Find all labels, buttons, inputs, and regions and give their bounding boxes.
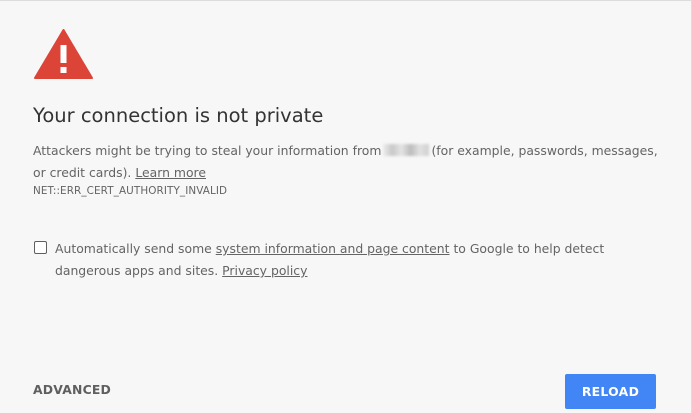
learn-more-link[interactable]: Learn more [135, 165, 206, 180]
explanation-paragraph: Attackers might be trying to steal your … [33, 140, 663, 184]
optin-paragraph: Automatically send some system informati… [55, 238, 655, 282]
reload-button[interactable]: RELOAD [565, 374, 656, 409]
error-code: NET::ERR_CERT_AUTHORITY_INVALID [33, 185, 228, 197]
system-info-link[interactable]: system information and page content [216, 241, 450, 256]
advanced-button[interactable]: ADVANCED [33, 382, 111, 397]
warning-triangle-icon [34, 29, 93, 79]
page-title: Your connection is not private [33, 104, 324, 127]
send-info-checkbox[interactable] [34, 241, 47, 254]
explanation-text-before: Attackers might be trying to steal your … [33, 143, 382, 158]
optin-text-before: Automatically send some [55, 241, 212, 256]
top-border [0, 0, 692, 1]
redacted-hostname [383, 144, 430, 156]
privacy-policy-link[interactable]: Privacy policy [222, 263, 307, 278]
